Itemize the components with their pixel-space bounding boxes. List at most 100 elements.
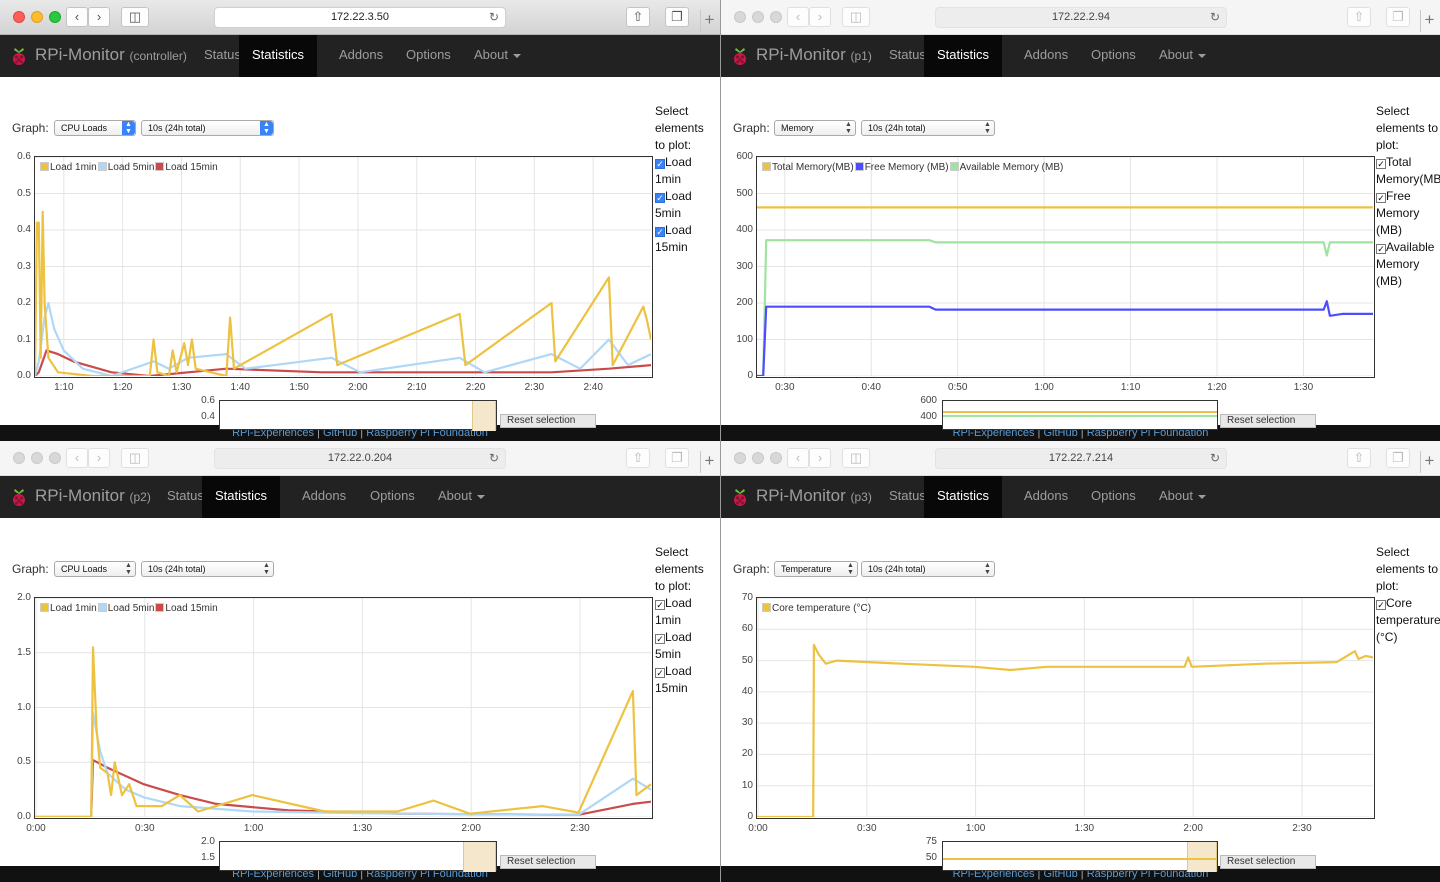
main-chart[interactable]: Load 1min Load 5min Load 15min	[34, 156, 653, 378]
close-window-button[interactable]	[734, 11, 746, 23]
graph-select[interactable]: Temperature ▲ ▼	[774, 561, 858, 577]
range-select[interactable]: 10s (24h total) ▲ ▼	[141, 120, 274, 136]
reload-icon[interactable]: ↻	[1210, 8, 1220, 27]
close-window-button[interactable]	[13, 452, 25, 464]
overview-chart[interactable]	[942, 400, 1218, 430]
nav-options[interactable]: Options	[1078, 35, 1149, 77]
nav-statistics[interactable]: Statistics	[202, 476, 281, 518]
series-checkbox[interactable]: ✓	[655, 227, 665, 237]
series-checkbox[interactable]: ✓	[655, 634, 665, 644]
nav-options[interactable]: Options	[393, 35, 464, 77]
forward-icon[interactable]: ›	[88, 7, 110, 27]
nav-about[interactable]: About	[461, 35, 534, 77]
share-icon[interactable]: ⇧	[1347, 7, 1371, 27]
close-window-button[interactable]	[734, 452, 746, 464]
share-icon[interactable]: ⇧	[626, 448, 650, 468]
sidebar-toggle-icon[interactable]: ◫	[842, 7, 870, 27]
range-select[interactable]: 10s (24h total) ▲ ▼	[861, 120, 995, 136]
tabs-icon[interactable]: ❐	[665, 7, 689, 27]
new-tab-icon[interactable]: +	[700, 451, 718, 473]
minimize-window-button[interactable]	[31, 452, 43, 464]
forward-icon[interactable]: ›	[88, 448, 110, 468]
graph-select[interactable]: CPU Loads ▲ ▼	[54, 561, 136, 577]
new-tab-icon[interactable]: +	[700, 10, 718, 32]
nav-addons[interactable]: Addons	[326, 35, 396, 77]
minimize-window-button[interactable]	[752, 11, 764, 23]
nav-options[interactable]: Options	[357, 476, 428, 518]
series-checkbox[interactable]: ✓	[655, 668, 665, 678]
forward-icon[interactable]: ›	[809, 7, 831, 27]
share-icon[interactable]: ⇧	[626, 7, 650, 27]
overview-selection[interactable]	[472, 401, 496, 431]
nav-options[interactable]: Options	[1078, 476, 1149, 518]
reload-icon[interactable]: ↻	[489, 449, 499, 468]
reset-selection-button[interactable]: Reset selection	[1220, 855, 1316, 869]
tabs-icon[interactable]: ❐	[1386, 448, 1410, 468]
nav-about[interactable]: About	[1146, 35, 1219, 77]
minimize-window-button[interactable]	[752, 452, 764, 464]
main-chart[interactable]: Core temperature (°C)	[756, 597, 1375, 819]
nav-statistics[interactable]: Statistics	[239, 35, 318, 77]
overview-selection[interactable]	[1187, 842, 1217, 872]
range-select[interactable]: 10s (24h total) ▲ ▼	[141, 561, 274, 577]
nav-addons[interactable]: Addons	[1011, 476, 1081, 518]
reset-selection-button[interactable]: Reset selection	[1220, 414, 1316, 428]
address-bar[interactable]: 172.22.7.214 ↻	[935, 448, 1227, 469]
main-chart[interactable]: Load 1min Load 5min Load 15min	[34, 597, 653, 819]
overview-selection[interactable]	[463, 842, 496, 872]
sidebar-toggle-icon[interactable]: ◫	[121, 448, 149, 468]
nav-addons[interactable]: Addons	[289, 476, 359, 518]
range-select[interactable]: 10s (24h total) ▲ ▼	[861, 561, 995, 577]
overview-chart[interactable]	[942, 841, 1218, 872]
minimize-window-button[interactable]	[31, 11, 43, 23]
address-bar[interactable]: 172.22.2.94 ↻	[935, 7, 1227, 28]
nav-about[interactable]: About	[425, 476, 498, 518]
series-checkbox[interactable]: ✓	[1376, 193, 1386, 203]
share-icon[interactable]: ⇧	[1347, 448, 1371, 468]
nav-statistics[interactable]: Statistics	[924, 476, 1003, 518]
series-checkbox[interactable]: ✓	[655, 193, 665, 203]
zoom-window-button[interactable]	[49, 452, 61, 464]
app-brand[interactable]: RPi-Monitor (p2)	[35, 486, 151, 506]
new-tab-icon[interactable]: +	[1420, 10, 1438, 32]
overview-chart[interactable]	[219, 400, 497, 431]
overview-chart[interactable]	[219, 841, 497, 872]
main-chart[interactable]: Total Memory(MB) Free Memory (MB) Availabl…	[756, 156, 1375, 378]
tabs-icon[interactable]: ❐	[1386, 7, 1410, 27]
zoom-window-button[interactable]	[49, 11, 61, 23]
app-brand[interactable]: RPi-Monitor (p3)	[756, 486, 872, 506]
back-icon[interactable]: ‹	[66, 448, 88, 468]
sidebar-toggle-icon[interactable]: ◫	[121, 7, 149, 27]
nav-about[interactable]: About	[1146, 476, 1219, 518]
series-checkbox[interactable]: ✓	[1376, 244, 1386, 254]
back-icon[interactable]: ‹	[787, 448, 809, 468]
series-checkbox[interactable]: ✓	[1376, 159, 1386, 169]
nav-addons[interactable]: Addons	[1011, 35, 1081, 77]
select-elements-label: Select	[1376, 545, 1410, 559]
address-bar[interactable]: 172.22.3.50 ↻	[214, 7, 506, 28]
new-tab-icon[interactable]: +	[1420, 451, 1438, 473]
reset-selection-button[interactable]: Reset selection	[500, 414, 596, 428]
reset-selection-button[interactable]: Reset selection	[500, 855, 596, 869]
reload-icon[interactable]: ↻	[489, 8, 499, 27]
close-window-button[interactable]	[13, 11, 25, 23]
graph-select[interactable]: Memory ▲ ▼	[774, 120, 856, 136]
graph-select[interactable]: CPU Loads ▲ ▼	[54, 120, 136, 136]
overview-y-tick: 0.6	[201, 395, 215, 406]
series-checkbox[interactable]: ✓	[1376, 600, 1386, 610]
series-checkbox[interactable]: ✓	[655, 600, 665, 610]
zoom-window-button[interactable]	[770, 11, 782, 23]
tabs-icon[interactable]: ❐	[665, 448, 689, 468]
sidebar-toggle-icon[interactable]: ◫	[842, 448, 870, 468]
address-bar[interactable]: 172.22.0.204 ↻	[214, 448, 506, 469]
forward-icon[interactable]: ›	[809, 448, 831, 468]
nav-statistics[interactable]: Statistics	[924, 35, 1003, 77]
series-checkbox[interactable]: ✓	[655, 159, 665, 169]
back-icon[interactable]: ‹	[66, 7, 88, 27]
y-tick-label: 0	[747, 370, 753, 381]
app-brand[interactable]: RPi-Monitor (controller)	[35, 45, 187, 65]
reload-icon[interactable]: ↻	[1210, 449, 1220, 468]
app-brand[interactable]: RPi-Monitor (p1)	[756, 45, 872, 65]
zoom-window-button[interactable]	[770, 452, 782, 464]
back-icon[interactable]: ‹	[787, 7, 809, 27]
